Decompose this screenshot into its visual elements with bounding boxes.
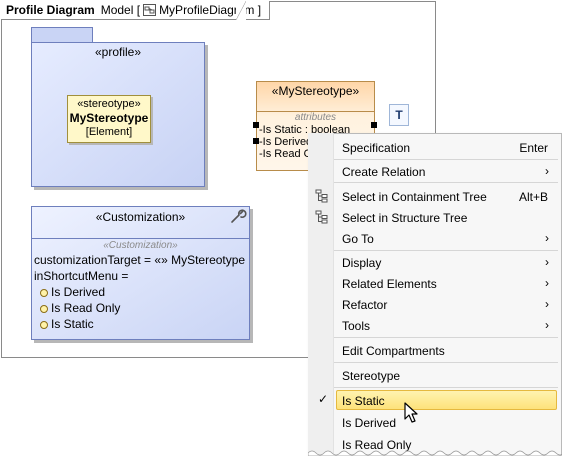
shortcut-item: Is Derived: [32, 284, 249, 300]
submenu-arrow-icon: ›: [545, 255, 549, 269]
menu-item-is-derived[interactable]: Is Derived: [309, 412, 561, 433]
enum-literal-icon: [40, 321, 48, 329]
submenu-arrow-icon: ›: [545, 164, 549, 178]
frame-tab-corner: [236, 1, 246, 20]
attributes-compartment-label: attributes: [294, 112, 337, 123]
customization-header: «Customization»: [32, 207, 249, 239]
menu-item-create-relation[interactable]: Create Relation ›: [309, 161, 561, 182]
menu-item-select-in-structure-tree[interactable]: Select in Structure Tree: [309, 207, 561, 228]
menu-separator: [334, 250, 558, 251]
selection-handle[interactable]: [253, 122, 259, 128]
stereotype-element[interactable]: «stereotype» MyStereotype [Element]: [67, 95, 151, 143]
structure-tree-icon: [315, 210, 328, 224]
menu-separator: [334, 182, 558, 183]
torn-edge: [308, 450, 562, 456]
check-icon: ✓: [318, 392, 329, 406]
menu-item-go-to[interactable]: Go To ›: [309, 228, 561, 249]
selection-handle[interactable]: [253, 138, 259, 144]
shortcut-label: Enter: [519, 141, 548, 155]
containment-tree-icon: [315, 189, 328, 203]
stereotype-keyword: «stereotype»: [77, 98, 141, 110]
menu-separator: [334, 337, 558, 338]
submenu-arrow-icon: ›: [545, 231, 549, 245]
submenu-arrow-icon: ›: [545, 318, 549, 332]
profile-package-label: «profile»: [94, 45, 142, 59]
customization-compartment-label: «Customization»: [103, 240, 178, 251]
my-stereotype-header: «MyStereotype»: [257, 82, 374, 112]
customization-target-line: customizationTarget = «» MyStereotype: [34, 253, 246, 267]
menu-item-specification[interactable]: Specification Enter: [309, 137, 561, 158]
stereotype-metaclass: [Element]: [85, 126, 133, 138]
enum-literal-icon: [40, 305, 48, 313]
diagram-frame-header: Profile Diagram Model [ MyProfileDiagram…: [1, 1, 271, 20]
menu-item-edit-compartments[interactable]: Edit Compartments: [309, 340, 561, 361]
shortcut-item: Is Read Only: [32, 300, 249, 316]
text-format-icon[interactable]: T: [389, 104, 409, 126]
menu-item-select-in-containment-tree[interactable]: Select in Containment Tree Alt+B: [309, 186, 561, 207]
menu-item-related-elements[interactable]: Related Elements ›: [309, 273, 561, 294]
menu-separator: [334, 362, 558, 363]
customization-element[interactable]: «Customization» «Customization» customiz…: [31, 206, 250, 340]
stereotype-name: MyStereotype: [69, 111, 149, 125]
menu-separator: [334, 387, 558, 388]
menu-item-tools[interactable]: Tools ›: [309, 315, 561, 336]
diagram-icon: [143, 4, 157, 16]
model-label: Model [: [100, 3, 141, 17]
enum-literal-icon: [40, 289, 48, 297]
diagram-type-label: Profile Diagram: [6, 3, 95, 17]
profile-package-tab[interactable]: [31, 27, 93, 42]
shortcut-item: Is Static: [32, 316, 249, 332]
submenu-arrow-icon: ›: [545, 276, 549, 290]
selection-handle[interactable]: [371, 122, 377, 128]
menu-item-stereotype[interactable]: Stereotype: [309, 365, 561, 386]
menu-item-is-static[interactable]: ✓ Is Static: [309, 390, 561, 411]
in-shortcut-menu-line: inShortcutMenu =: [34, 269, 129, 283]
menu-item-refactor[interactable]: Refactor ›: [309, 294, 561, 315]
menu-separator: [334, 159, 558, 160]
wrench-icon: [231, 209, 247, 223]
submenu-arrow-icon: ›: [545, 297, 549, 311]
mouse-cursor-icon: [404, 402, 418, 423]
shortcut-label: Alt+B: [518, 190, 548, 204]
menu-item-display[interactable]: Display ›: [309, 252, 561, 273]
